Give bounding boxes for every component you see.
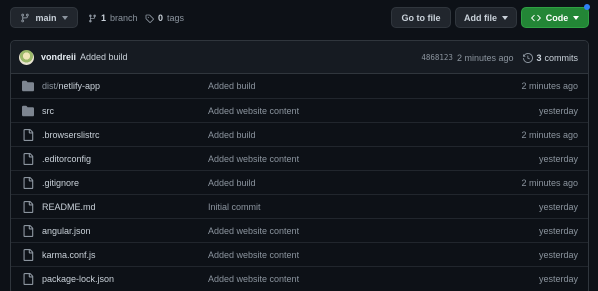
code-button[interactable]: Code [521, 7, 589, 28]
file-row[interactable]: dist/netlify-app Added build 2 minutes ago [11, 74, 588, 98]
file-icon [22, 153, 34, 165]
file-name: .editorconfig [42, 154, 92, 164]
commit-message[interactable]: Added build [80, 52, 128, 62]
go-to-file-label: Go to file [401, 12, 441, 23]
commits-count: 3 [536, 52, 542, 63]
file-icon [22, 129, 34, 141]
add-file-label: Add file [464, 12, 497, 23]
file-commit-message[interactable]: Added website content [208, 99, 299, 123]
file-name-link[interactable]: .gitignore [42, 171, 79, 195]
commit-meta: 4868123 2 minutes ago 3 commits [421, 41, 578, 74]
file-icon [22, 177, 34, 189]
file-commit-age: 2 minutes ago [521, 178, 578, 188]
file-name: angular.json [42, 226, 91, 236]
file-icon [22, 249, 34, 261]
go-to-file-button[interactable]: Go to file [391, 7, 451, 28]
file-name-link[interactable]: dist/netlify-app [42, 74, 100, 98]
file-name-link[interactable]: .editorconfig [42, 147, 91, 171]
commit-sha[interactable]: 4868123 [421, 53, 453, 62]
folder-icon [22, 105, 34, 117]
git-branch-icon [21, 13, 30, 22]
file-commit-age: 2 minutes ago [521, 81, 578, 91]
file-icon [22, 225, 34, 237]
commit-author[interactable]: vondreii [41, 52, 76, 62]
file-commit-age: yesterday [538, 274, 578, 284]
file-commit-message[interactable]: Added website content [208, 147, 299, 171]
notification-dot [584, 4, 590, 10]
file-row[interactable]: .editorconfig Added website content yester… [11, 146, 588, 170]
file-commit-message[interactable]: Added build [208, 74, 256, 98]
branch-select-button[interactable]: main [10, 7, 78, 28]
git-branch-icon [89, 14, 96, 22]
file-icon [22, 201, 34, 213]
file-row[interactable]: src Added website content yesterday [11, 98, 588, 122]
tag-icon [145, 14, 154, 23]
add-file-button[interactable]: Add file [455, 7, 517, 28]
file-name: .gitignore [42, 178, 80, 188]
commits-word: commits [544, 52, 579, 63]
file-row[interactable]: .browserslistrc Added build 2 minutes ago [11, 122, 588, 146]
branches-link[interactable]: 1 branch [88, 12, 138, 24]
tags-word: tags [167, 13, 185, 23]
file-commit-age: yesterday [538, 154, 578, 164]
tags-link[interactable]: 0 tags [145, 12, 184, 24]
code-label: Code [545, 12, 569, 23]
repo-toolbar: main 1 branch 0 tags Go to file Add file… [0, 0, 598, 36]
file-name-link[interactable]: src [42, 99, 54, 123]
history-icon [523, 52, 534, 63]
file-name-link[interactable]: README.md [42, 195, 96, 219]
branch-name: main [35, 12, 57, 23]
file-name: src [42, 106, 54, 116]
file-commit-message[interactable]: Added website content [208, 243, 299, 267]
file-icon [22, 273, 34, 285]
file-commit-message[interactable]: Added build [208, 123, 256, 147]
file-row[interactable]: angular.json Added website content yesterd… [11, 218, 588, 242]
file-name: karma.conf.js [42, 250, 96, 260]
file-commit-age: yesterday [538, 226, 578, 236]
file-name-link[interactable]: angular.json [42, 219, 91, 243]
file-commit-age: yesterday [538, 106, 578, 116]
file-commit-message[interactable]: Initial commit [208, 195, 261, 219]
chevron-down-icon [573, 15, 580, 20]
file-row[interactable]: karma.conf.js Added website content yester… [11, 242, 588, 266]
file-name-prefix: dist/ [42, 81, 59, 91]
file-row[interactable]: .gitignore Added build 2 minutes ago [11, 170, 588, 194]
file-name-link[interactable]: package-lock.json [42, 267, 114, 291]
file-commit-age: 2 minutes ago [521, 130, 578, 140]
file-name: package-lock.json [42, 274, 115, 284]
file-row[interactable]: README.md Initial commit yesterday [11, 194, 588, 218]
file-name-link[interactable]: karma.conf.js [42, 243, 96, 267]
file-commit-message[interactable]: Added build [208, 171, 256, 195]
file-commit-age: yesterday [538, 202, 578, 212]
file-commit-message[interactable]: Added website content [208, 219, 299, 243]
file-commit-age: yesterday [538, 250, 578, 260]
file-commit-message[interactable]: Added website content [208, 267, 299, 291]
file-browser: vondreii Added build 4868123 2 minutes a… [10, 40, 589, 291]
code-icon [530, 14, 541, 21]
chevron-down-icon [502, 15, 508, 20]
tags-count: 0 [158, 13, 164, 23]
commits-history-link[interactable]: 3 commits [523, 53, 578, 63]
file-name: .browserslistrc [42, 130, 100, 140]
file-name-link[interactable]: .browserslistrc [42, 123, 100, 147]
latest-commit-bar: vondreii Added build 4868123 2 minutes a… [11, 41, 588, 74]
file-row[interactable]: package-lock.json Added website content ye… [11, 266, 588, 290]
file-name: netlify-app [58, 81, 101, 91]
folder-icon [22, 80, 34, 92]
file-name: README.md [42, 202, 96, 212]
file-list: dist/netlify-app Added build 2 minutes ago… [11, 74, 588, 290]
branches-count: 1 [101, 13, 107, 23]
chevron-down-icon [61, 15, 68, 20]
branches-word: branch [110, 13, 138, 23]
avatar[interactable] [19, 49, 34, 65]
commit-age: 2 minutes ago [456, 52, 514, 63]
